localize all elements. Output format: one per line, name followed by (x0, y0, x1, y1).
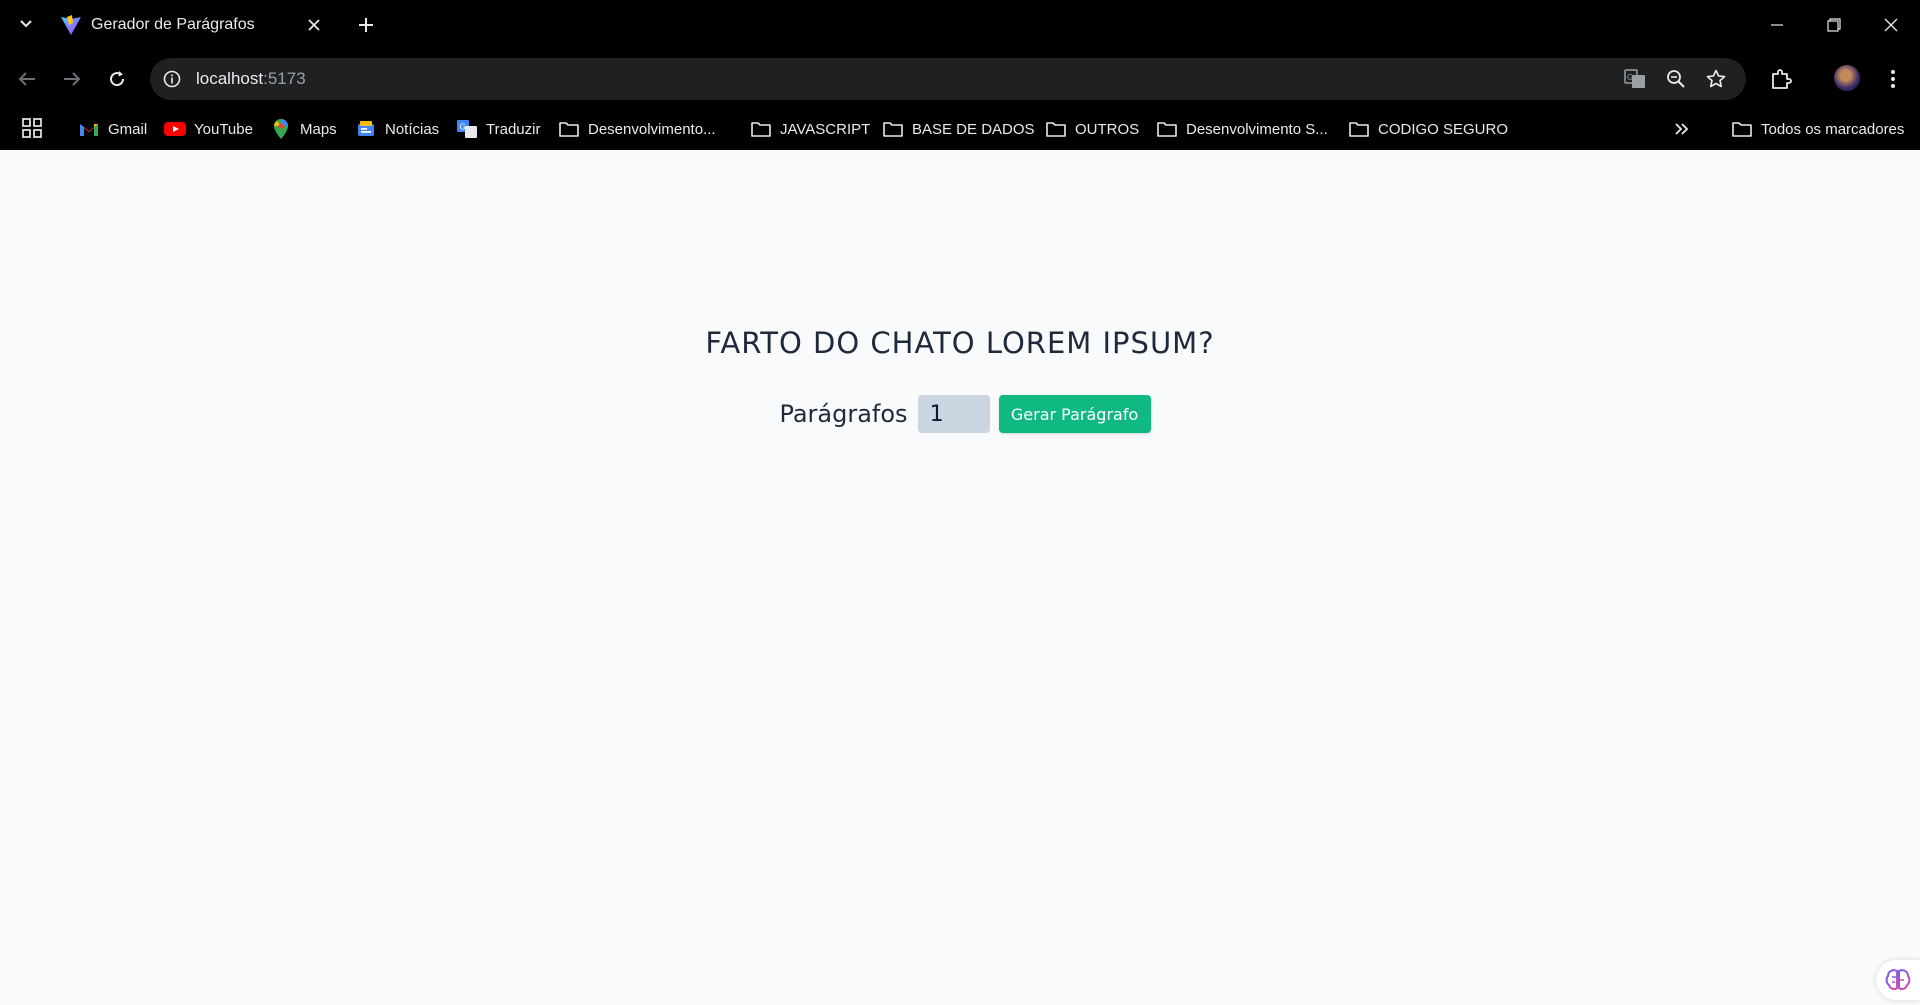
bookmark-folder-codigo-seguro[interactable]: CODIGO SEGURO (1348, 116, 1508, 142)
gmail-icon (78, 119, 100, 139)
profile-avatar[interactable] (1834, 65, 1860, 91)
minimize-button[interactable] (1764, 12, 1790, 38)
new-tab-button[interactable] (354, 13, 378, 37)
bookmark-traduzir[interactable]: G Traduzir (456, 116, 540, 142)
apps-button[interactable] (20, 116, 44, 140)
close-icon (308, 19, 320, 31)
arrow-left-icon (18, 72, 35, 86)
paragraphs-input[interactable] (917, 395, 990, 433)
bookmark-youtube[interactable]: YouTube (164, 116, 253, 142)
page-content: FARTO DO CHATO LOREM IPSUM? Parágrafos G… (0, 150, 1920, 1005)
bookmark-label: CODIGO SEGURO (1378, 120, 1509, 138)
vite-favicon-icon (61, 15, 81, 35)
url-host: localhost (196, 69, 264, 88)
close-tab-button[interactable] (302, 13, 326, 37)
browser-menu-button[interactable] (1880, 66, 1906, 92)
zoom-button[interactable] (1664, 67, 1688, 91)
folder-icon (882, 119, 904, 139)
address-bar[interactable]: localhost:5173 G (150, 58, 1746, 100)
svg-text:G: G (460, 123, 466, 132)
brain-icon (1885, 969, 1911, 990)
info-icon (163, 70, 181, 88)
chevron-down-icon (20, 20, 32, 28)
folder-icon (1731, 119, 1753, 139)
bookmark-label: Traduzir (486, 120, 541, 138)
arrow-right-icon (64, 72, 81, 86)
close-window-button[interactable] (1878, 12, 1904, 38)
forward-button[interactable] (59, 66, 85, 92)
news-icon (355, 119, 377, 139)
page-title: FARTO DO CHATO LOREM IPSUM? (705, 326, 1215, 360)
bookmark-noticias[interactable]: Notícias (355, 116, 439, 142)
folder-icon (558, 119, 580, 139)
folder-icon (1156, 119, 1178, 139)
bookmark-label: Maps (300, 120, 337, 138)
reload-icon (110, 71, 125, 87)
bookmark-label: Desenvolvimento... (588, 120, 716, 138)
back-button[interactable] (14, 66, 40, 92)
bookmark-folder-base-de-dados[interactable]: BASE DE DADOS (882, 116, 1035, 142)
bookmark-label: YouTube (194, 120, 253, 138)
all-bookmarks-folder[interactable]: Todos os marcadores (1731, 116, 1904, 142)
extensions-button[interactable] (1768, 66, 1794, 92)
bookmark-folder-desenvolvimento[interactable]: Desenvolvimento... (558, 116, 716, 142)
svg-text:G: G (1627, 73, 1633, 82)
tab-search-button[interactable] (14, 12, 38, 36)
folder-icon (1045, 119, 1067, 139)
tab-strip: Gerador de Parágrafos (0, 0, 1920, 50)
floating-extension-button[interactable] (1876, 960, 1920, 1000)
bookmark-label: BASE DE DADOS (912, 120, 1035, 138)
folder-icon (750, 119, 772, 139)
more-bookmarks-button[interactable] (1670, 118, 1694, 140)
generate-paragraph-button[interactable]: Gerar Parágrafo (998, 395, 1151, 433)
bookmark-label: Desenvolvimento S... (1186, 120, 1328, 138)
site-info-button[interactable] (160, 67, 184, 91)
restore-icon (1827, 18, 1841, 32)
bookmark-folder-outros[interactable]: OUTROS (1045, 116, 1139, 142)
translate-page-button[interactable]: G (1623, 67, 1647, 91)
paragraphs-label: Parágrafos (779, 400, 908, 428)
more-vert-icon (1891, 70, 1895, 88)
bookmark-label: OUTROS (1075, 120, 1140, 138)
zoom-out-icon (1667, 70, 1685, 88)
bookmark-label: Notícias (385, 120, 440, 138)
reload-button[interactable] (104, 66, 130, 92)
bookmark-label: Gmail (108, 120, 148, 138)
double-chevron-right-icon (1675, 123, 1689, 135)
close-icon (1884, 18, 1898, 32)
puzzle-icon (1772, 69, 1792, 89)
bookmark-gmail[interactable]: Gmail (78, 116, 147, 142)
active-tab[interactable]: Gerador de Parágrafos (50, 8, 340, 42)
maps-icon (270, 119, 292, 139)
paragraph-form: Parágrafos Gerar Parágrafo (0, 395, 1920, 433)
url-text: localhost:5173 (196, 69, 306, 89)
url-port: :5173 (263, 69, 306, 88)
apps-grid-icon (22, 118, 42, 138)
all-bookmarks-label: Todos os marcadores (1761, 120, 1905, 138)
tab-title: Gerador de Parágrafos (91, 16, 255, 33)
restore-button[interactable] (1821, 12, 1847, 38)
youtube-icon (164, 119, 186, 139)
translate-icon: G (456, 119, 478, 139)
bookmark-folder-javascript[interactable]: JAVASCRIPT (750, 116, 870, 142)
plus-icon (359, 18, 373, 32)
bookmark-star-button[interactable] (1704, 67, 1728, 91)
bookmark-folder-desenvolvimento-s[interactable]: Desenvolvimento S... (1156, 116, 1328, 142)
translate-icon: G (1624, 69, 1645, 88)
star-icon (1706, 69, 1726, 88)
bookmark-label: JAVASCRIPT (780, 120, 871, 138)
bookmark-maps[interactable]: Maps (270, 116, 337, 142)
folder-icon (1348, 119, 1370, 139)
browser-toolbar: localhost:5173 G (0, 50, 1920, 108)
minimize-icon (1771, 24, 1783, 26)
bookmarks-bar: Gmail YouTube Maps Notícias G Traduzir D… (0, 108, 1920, 150)
